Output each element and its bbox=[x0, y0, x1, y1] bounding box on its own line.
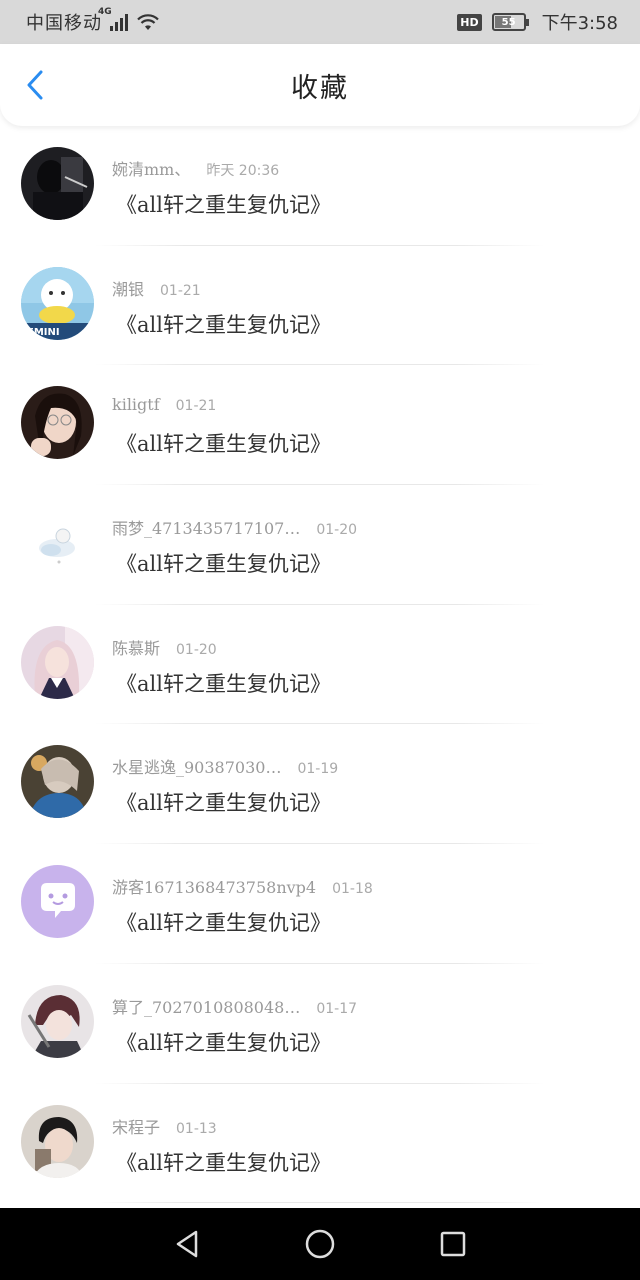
top-header: 收藏 bbox=[0, 44, 640, 126]
item-meta: kiligtf 01-21 bbox=[112, 395, 216, 414]
favorite-item[interactable]: 雨梦_4713435717107… 01-20 《all轩之重生复仇记》 bbox=[0, 485, 640, 605]
favorite-item[interactable]: 算了_7027010808048… 01-17 《all轩之重生复仇记》 bbox=[0, 964, 640, 1084]
user-avatar[interactable] bbox=[21, 745, 94, 819]
user-name[interactable]: 陈慕斯 bbox=[112, 635, 160, 659]
back-button[interactable] bbox=[20, 69, 50, 101]
favorite-item[interactable]: 婉清mm、 昨天 20:36 《all轩之重生复仇记》 bbox=[0, 126, 640, 246]
item-time: 01-17 bbox=[316, 1000, 358, 1017]
nav-home-button[interactable] bbox=[300, 1224, 340, 1264]
favorite-item[interactable]: EMINI 潮银 01-21 《all轩之重生复仇记》 bbox=[0, 246, 640, 366]
book-title[interactable]: 《all轩之重生复仇记》 bbox=[116, 907, 331, 937]
item-time: 01-18 bbox=[332, 881, 373, 898]
item-time: 01-19 bbox=[297, 761, 339, 778]
triangle-back-icon bbox=[176, 1230, 197, 1258]
user-name[interactable]: 游客1671368473758nvp4 bbox=[112, 874, 316, 898]
item-meta: 潮银 01-21 bbox=[112, 276, 201, 300]
favorites-list: 婉清mm、 昨天 20:36 《all轩之重生复仇记》 EMINI 潮银 01-21 《al… bbox=[0, 126, 640, 1208]
user-name[interactable]: 雨梦_4713435717107… bbox=[112, 515, 300, 539]
book-title[interactable]: 《all轩之重生复仇记》 bbox=[116, 1027, 331, 1057]
user-avatar[interactable] bbox=[21, 1104, 94, 1178]
user-avatar[interactable] bbox=[21, 147, 94, 220]
item-time: 昨天 20:36 bbox=[206, 163, 280, 179]
user-name[interactable]: 算了_7027010808048… bbox=[112, 994, 300, 1018]
chevron-left-icon bbox=[27, 70, 43, 100]
favorite-item[interactable]: kiligtf 01-21 《all轩之重生复仇记》 bbox=[0, 365, 640, 486]
status-bar: 中国移动 4G HD 55 下午3:58 bbox=[0, 0, 640, 44]
hd-badge: HD bbox=[457, 13, 482, 31]
favorite-item[interactable]: 游客1671368473758nvp4 01-18 《all轩之重生复仇记》 bbox=[0, 844, 640, 964]
book-title[interactable]: 《all轩之重生复仇记》 bbox=[116, 787, 331, 817]
item-time: 01-13 bbox=[176, 1120, 217, 1137]
item-meta: 游客1671368473758nvp4 01-18 bbox=[112, 874, 373, 898]
square-recents-icon bbox=[441, 1231, 466, 1257]
book-title[interactable]: 《all轩之重生复仇记》 bbox=[116, 1147, 331, 1177]
user-name[interactable]: 潮银 bbox=[112, 276, 144, 300]
user-avatar[interactable] bbox=[21, 386, 94, 460]
user-avatar[interactable] bbox=[21, 625, 94, 699]
battery-icon: 55 bbox=[491, 13, 529, 31]
user-avatar[interactable]: EMINI bbox=[21, 266, 94, 340]
item-time: 01-20 bbox=[316, 522, 358, 539]
user-avatar[interactable] bbox=[21, 984, 94, 1058]
carrier-name: 中国移动 bbox=[26, 13, 102, 34]
user-avatar[interactable] bbox=[21, 865, 94, 939]
clock: 下午3:58 bbox=[541, 13, 618, 34]
nav-recents-button[interactable] bbox=[433, 1224, 473, 1264]
svg-text:EMINI: EMINI bbox=[27, 327, 60, 338]
item-meta: 水星逃逸_90387030… 01-19 bbox=[112, 754, 338, 778]
user-avatar[interactable] bbox=[21, 506, 94, 580]
battery-level: 55 bbox=[501, 16, 516, 28]
item-meta: 算了_7027010808048… 01-17 bbox=[112, 994, 357, 1018]
cell-signal-icon: 4G bbox=[98, 7, 128, 31]
item-time: 01-21 bbox=[160, 282, 201, 299]
book-title[interactable]: 《all轩之重生复仇记》 bbox=[116, 548, 331, 578]
item-time: 01-20 bbox=[176, 641, 217, 658]
item-meta: 陈慕斯 01-20 bbox=[112, 635, 217, 659]
item-meta: 宋程子 01-13 bbox=[112, 1114, 217, 1138]
favorite-item[interactable]: 宋程子 01-13 《all轩之重生复仇记》 bbox=[0, 1084, 640, 1204]
book-title[interactable]: 《all轩之重生复仇记》 bbox=[116, 309, 331, 339]
wifi-icon bbox=[137, 14, 159, 30]
item-meta: 雨梦_4713435717107… 01-20 bbox=[112, 515, 357, 539]
page-title: 收藏 bbox=[291, 72, 349, 104]
network-type: 4G bbox=[98, 7, 112, 17]
book-title[interactable]: 《all轩之重生复仇记》 bbox=[116, 189, 331, 219]
system-nav-bar bbox=[0, 1208, 640, 1280]
user-name[interactable]: 水星逃逸_90387030… bbox=[112, 754, 281, 778]
item-time: 01-21 bbox=[175, 398, 217, 415]
user-name[interactable]: 宋程子 bbox=[112, 1114, 160, 1138]
favorite-item[interactable]: 水星逃逸_90387030… 01-19 《all轩之重生复仇记》 bbox=[0, 724, 640, 845]
item-meta: 婉清mm、 昨天 20:36 bbox=[112, 156, 279, 180]
user-name[interactable]: 婉清mm、 bbox=[112, 156, 190, 180]
favorite-item[interactable]: 陈慕斯 01-20 《all轩之重生复仇记》 bbox=[0, 605, 640, 725]
nav-back-button[interactable] bbox=[167, 1224, 207, 1264]
user-name[interactable]: kiligtf bbox=[112, 395, 160, 414]
circle-home-icon bbox=[305, 1229, 335, 1259]
book-title[interactable]: 《all轩之重生复仇记》 bbox=[116, 668, 331, 698]
row-divider bbox=[95, 1202, 545, 1204]
book-title[interactable]: 《all轩之重生复仇记》 bbox=[116, 428, 331, 458]
